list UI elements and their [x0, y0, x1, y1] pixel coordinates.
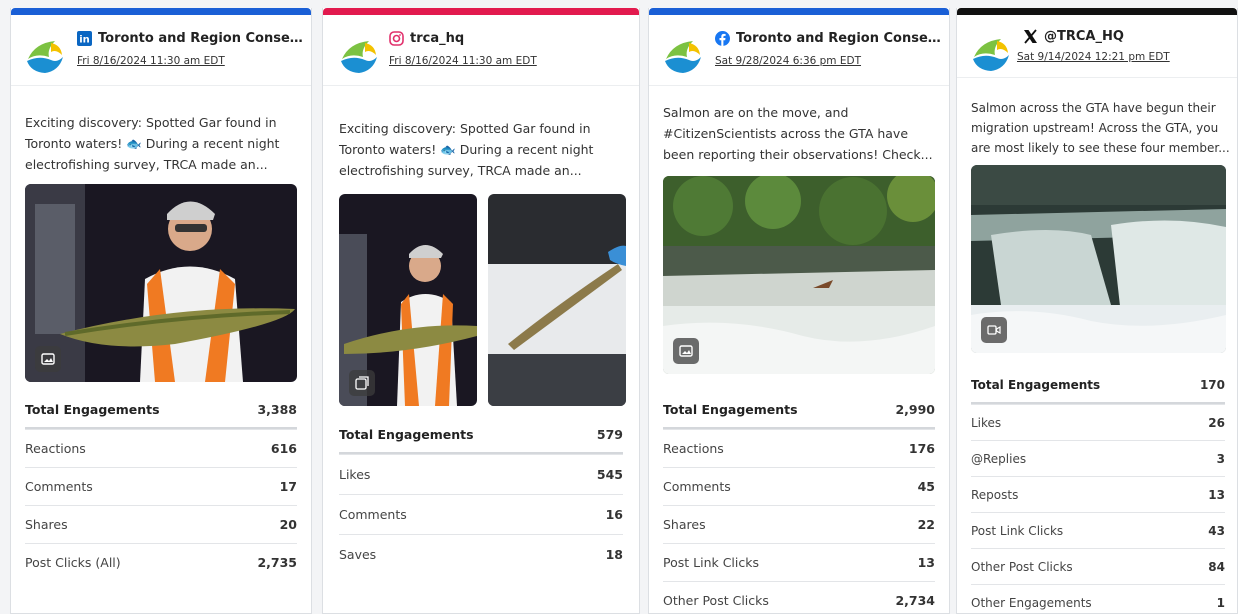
metric-row: Post Clicks (All) 2,735 [25, 543, 297, 581]
metric-row: Other Engagements 1 [971, 584, 1225, 613]
post-image-1[interactable] [339, 194, 477, 406]
metric-row: Reposts 13 [971, 476, 1225, 512]
post-image[interactable] [663, 176, 935, 374]
network-accent-bar [323, 8, 639, 15]
account-name[interactable]: Toronto and Region Conse... [98, 31, 303, 46]
metric-row: Comments 17 [25, 467, 297, 505]
metrics-list: Total Engagements 579 Likes 545 Comments 16… [339, 417, 623, 574]
account-name[interactable]: trca_hq [410, 31, 464, 46]
post-header: trca_hq Fri 8/16/2024 11:30 am EDT [323, 15, 639, 86]
metric-row: Shares 20 [25, 505, 297, 543]
instagram-icon [389, 31, 404, 46]
metrics-list: Total Engagements 3,388 Reactions 616 Comm… [25, 392, 297, 581]
trca-logo [340, 36, 378, 74]
metric-total-engagements: Total Engagements 579 [339, 417, 623, 454]
post-text: Exciting discovery: Spotted Gar found in… [25, 115, 280, 172]
trca-logo [972, 34, 1010, 72]
post-text: Salmon across the GTA have begun their m… [971, 101, 1230, 155]
post-text: Exciting discovery: Spotted Gar found in… [339, 121, 594, 178]
trca-logo [664, 36, 702, 74]
image-icon [35, 346, 61, 372]
post-date-link[interactable]: Fri 8/16/2024 11:30 am EDT [77, 55, 225, 67]
post-image-2[interactable] [488, 194, 626, 406]
metrics-list: Total Engagements 2,990 Reactions 176 Comm… [663, 392, 935, 613]
metric-row: Post Link Clicks 13 [663, 543, 935, 581]
metric-row: Other Post Clicks 84 [971, 548, 1225, 584]
post-date-link[interactable]: Sat 9/28/2024 6:36 pm EDT [715, 55, 861, 67]
post-date-link[interactable]: Fri 8/16/2024 11:30 am EDT [389, 55, 537, 67]
network-accent-bar [11, 8, 311, 15]
network-accent-bar [957, 8, 1237, 15]
x-icon [1023, 29, 1038, 44]
network-accent-bar [649, 8, 949, 15]
post-card-instagram[interactable]: trca_hq Fri 8/16/2024 11:30 am EDT Excit… [322, 8, 640, 614]
video-icon [981, 317, 1007, 343]
metrics-list: Total Engagements 170 Likes 26 @Replies 3 R… [971, 368, 1225, 613]
metric-row: Likes 26 [971, 404, 1225, 440]
post-image[interactable] [25, 184, 297, 382]
metric-row: Other Post Clicks 2,734 [663, 581, 935, 613]
post-card-x[interactable]: @TRCA_HQ Sat 9/14/2024 12:21 pm EDT Salm… [956, 8, 1238, 614]
post-header: Toronto and Region Conse... Sat 9/28/202… [649, 15, 949, 86]
trca-logo [26, 36, 64, 74]
metric-total-engagements: Total Engagements 170 [971, 368, 1225, 404]
metric-row: Post Link Clicks 43 [971, 512, 1225, 548]
linkedin-icon: in [77, 31, 92, 46]
metric-row: Shares 22 [663, 505, 935, 543]
post-header: in Toronto and Region Conse... Fri 8/16/… [11, 15, 311, 86]
metric-total-engagements: Total Engagements 3,388 [25, 392, 297, 429]
account-name[interactable]: Toronto and Region Conse... [736, 31, 941, 46]
post-date-link[interactable]: Sat 9/14/2024 12:21 pm EDT [1017, 51, 1170, 63]
metric-row: Likes 545 [339, 454, 623, 494]
metric-row: Saves 18 [339, 534, 623, 574]
image-icon [673, 338, 699, 364]
post-header: @TRCA_HQ Sat 9/14/2024 12:21 pm EDT [957, 15, 1237, 78]
post-video[interactable] [971, 165, 1226, 353]
metric-row: Reactions 176 [663, 429, 935, 467]
post-text: Salmon are on the move, and #CitizenScie… [663, 105, 933, 162]
carousel-icon [349, 370, 375, 396]
metric-row: Comments 45 [663, 467, 935, 505]
metric-row: Comments 16 [339, 494, 623, 534]
metric-row: Reactions 616 [25, 429, 297, 467]
account-name[interactable]: @TRCA_HQ [1044, 29, 1124, 44]
post-card-linkedin[interactable]: in Toronto and Region Conse... Fri 8/16/… [10, 8, 312, 614]
svg-text:in: in [79, 35, 90, 46]
metric-total-engagements: Total Engagements 2,990 [663, 392, 935, 429]
facebook-icon [715, 31, 730, 46]
metric-row: @Replies 3 [971, 440, 1225, 476]
post-card-facebook[interactable]: Toronto and Region Conse... Sat 9/28/202… [648, 8, 950, 614]
